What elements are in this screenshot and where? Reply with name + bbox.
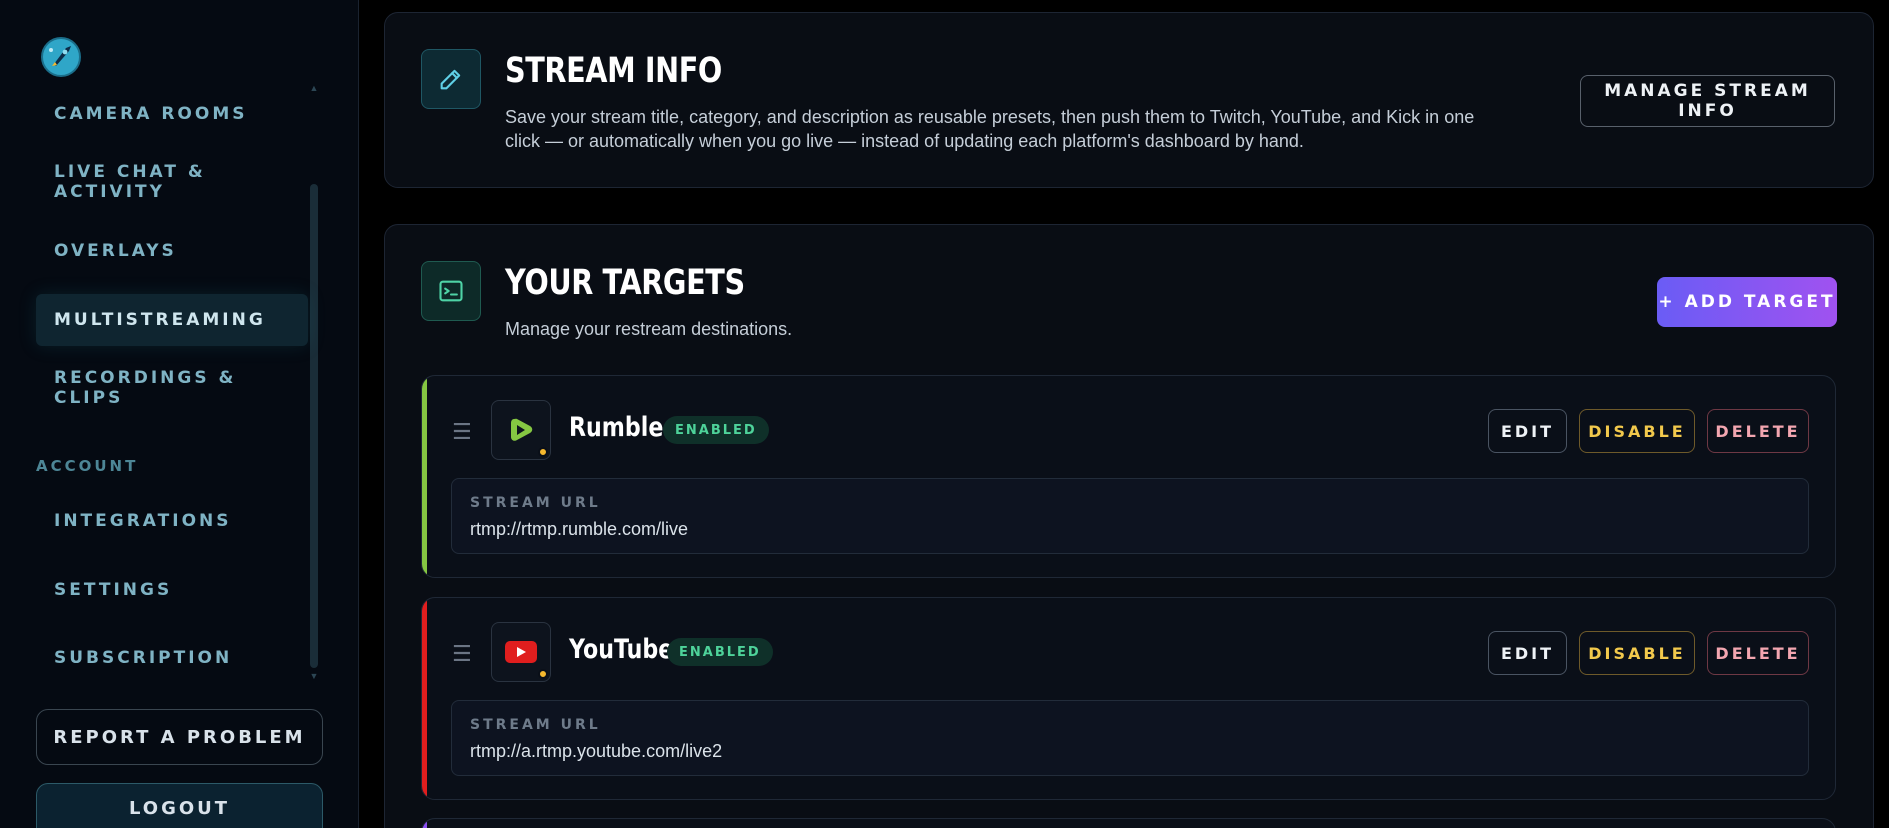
logout-button[interactable]: LOGOUT (36, 783, 323, 828)
target-card-rumble: ☰ Rumble ENABLED EDIT DISABLE DELETE STR… (421, 375, 1836, 578)
delete-button[interactable]: DELETE (1707, 631, 1809, 675)
target-name: Rumble (569, 412, 664, 443)
stream-url-value[interactable]: rtmp://a.rtmp.youtube.com/live2 (470, 741, 722, 762)
edit-pencil-icon (421, 49, 481, 109)
stream-url-box: STREAM URL rtmp://rtmp.rumble.com/live (451, 478, 1809, 554)
add-target-button[interactable]: + ADD TARGET (1657, 277, 1837, 327)
drag-handle-icon[interactable]: ☰ (452, 643, 472, 665)
target-name: YouTube (569, 634, 674, 665)
sidebar-scrollbar[interactable] (310, 184, 318, 668)
target-accent-stripe (422, 819, 427, 828)
sidebar-item-recordings-clips[interactable]: RECORDINGS & CLIPS (36, 362, 308, 414)
stream-url-value[interactable]: rtmp://rtmp.rumble.com/live (470, 519, 688, 540)
status-dot (538, 447, 548, 457)
drag-handle-icon[interactable]: ☰ (452, 421, 472, 443)
edit-button[interactable]: EDIT (1488, 631, 1567, 675)
disable-button[interactable]: DISABLE (1579, 409, 1695, 453)
disable-button[interactable]: DISABLE (1579, 631, 1695, 675)
targets-subtitle: Manage your restream destinations. (505, 319, 793, 339)
scroll-down-arrow-icon[interactable]: ▼ (309, 672, 319, 681)
rumble-icon (491, 400, 551, 460)
stream-url-label: STREAM URL (470, 495, 601, 511)
account-section-label: ACCOUNT (36, 457, 139, 475)
scroll-up-arrow-icon[interactable]: ▲ (309, 84, 319, 93)
target-card-next (421, 818, 1836, 828)
sidebar-item-settings[interactable]: SETTINGS (36, 564, 308, 616)
edit-button[interactable]: EDIT (1488, 409, 1567, 453)
sidebar-item-live-chat-activity[interactable]: LIVE CHAT & ACTIVITY (36, 156, 308, 208)
delete-button[interactable]: DELETE (1707, 409, 1809, 453)
sidebar-item-subscription[interactable]: SUBSCRIPTION (36, 632, 308, 684)
report-problem-button[interactable]: REPORT A PROBLEM (36, 709, 323, 765)
sidebar: ▲ ▼ CAMERA ROOMS LIVE CHAT & ACTIVITY OV… (0, 0, 359, 828)
stream-url-label: STREAM URL (470, 717, 601, 733)
status-badge: ENABLED (667, 638, 773, 666)
sidebar-item-integrations[interactable]: INTEGRATIONS (36, 495, 308, 547)
target-accent-stripe (422, 376, 427, 577)
terminal-icon (421, 261, 481, 321)
sidebar-item-overlays[interactable]: OVERLAYS (36, 225, 308, 277)
target-card-youtube: ☰ YouTube ENABLED EDIT DISABLE DELETE ST… (421, 597, 1836, 800)
stream-info-card: STREAM INFO Save your stream title, cate… (384, 12, 1874, 188)
rocket-logo-icon[interactable] (40, 36, 82, 78)
status-dot (538, 669, 548, 679)
stream-url-box: STREAM URL rtmp://a.rtmp.youtube.com/liv… (451, 700, 1809, 776)
stream-info-title: STREAM INFO (505, 51, 722, 91)
target-accent-stripe (422, 598, 427, 799)
stream-info-description: Save your stream title, category, and de… (505, 107, 1475, 151)
targets-title: YOUR TARGETS (505, 263, 745, 303)
sidebar-item-multistreaming[interactable]: MULTISTREAMING (36, 294, 308, 346)
status-badge: ENABLED (663, 416, 769, 444)
manage-stream-info-button[interactable]: MANAGE STREAM INFO (1580, 75, 1835, 127)
youtube-icon (491, 622, 551, 682)
sidebar-item-camera-rooms[interactable]: CAMERA ROOMS (36, 88, 308, 140)
